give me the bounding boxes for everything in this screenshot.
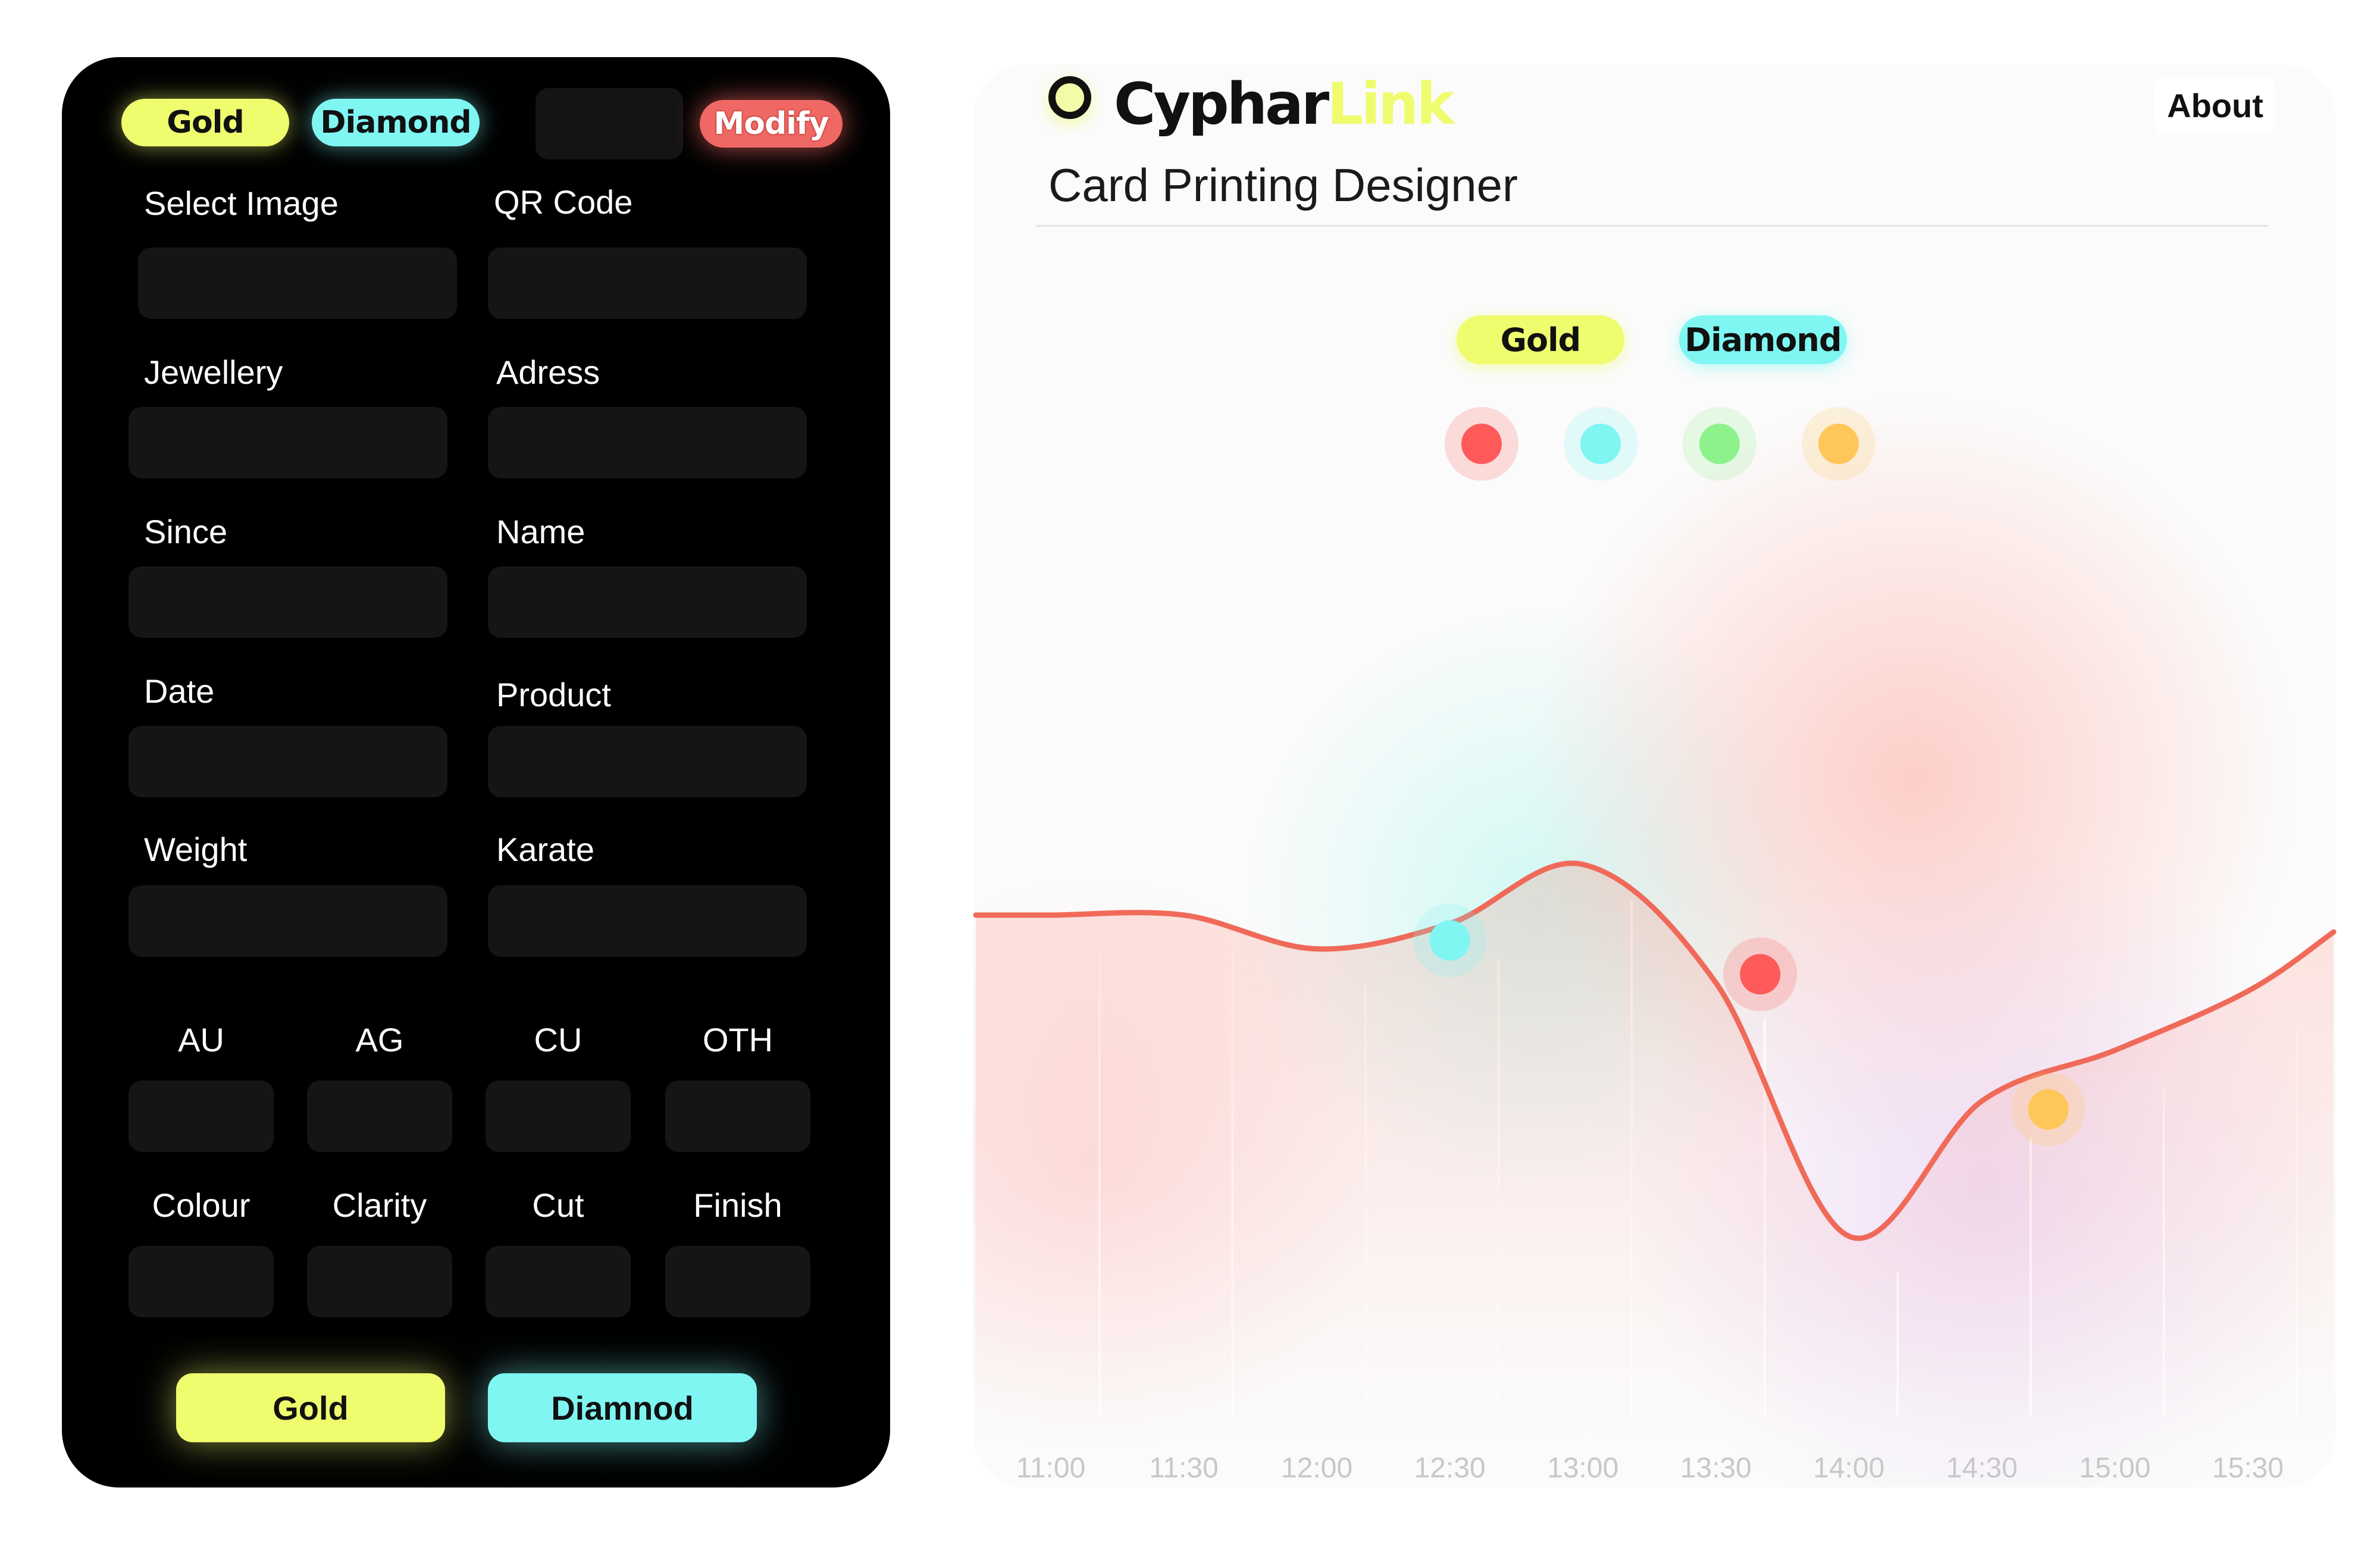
x-tick-label: 14:00 xyxy=(1813,1452,1885,1484)
x-tick-label: 13:00 xyxy=(1547,1452,1619,1484)
line-chart xyxy=(973,860,2337,1440)
x-tick-label: 15:30 xyxy=(2212,1452,2284,1484)
data-marker-2[interactable] xyxy=(1740,954,1781,995)
x-tick-label: 14:30 xyxy=(1946,1452,2018,1484)
x-tick-label: 15:00 xyxy=(2079,1452,2151,1484)
data-marker-1[interactable] xyxy=(1429,920,1470,961)
x-tick-label: 11:30 xyxy=(1149,1452,1219,1484)
x-tick-label: 12:30 xyxy=(1414,1452,1486,1484)
x-tick-label: 12:00 xyxy=(1281,1452,1353,1484)
chart-area-fill xyxy=(976,863,2334,1440)
x-tick-label: 13:30 xyxy=(1680,1452,1752,1484)
x-tick-label: 11:00 xyxy=(1016,1452,1086,1484)
data-marker-3[interactable] xyxy=(2028,1089,2069,1130)
